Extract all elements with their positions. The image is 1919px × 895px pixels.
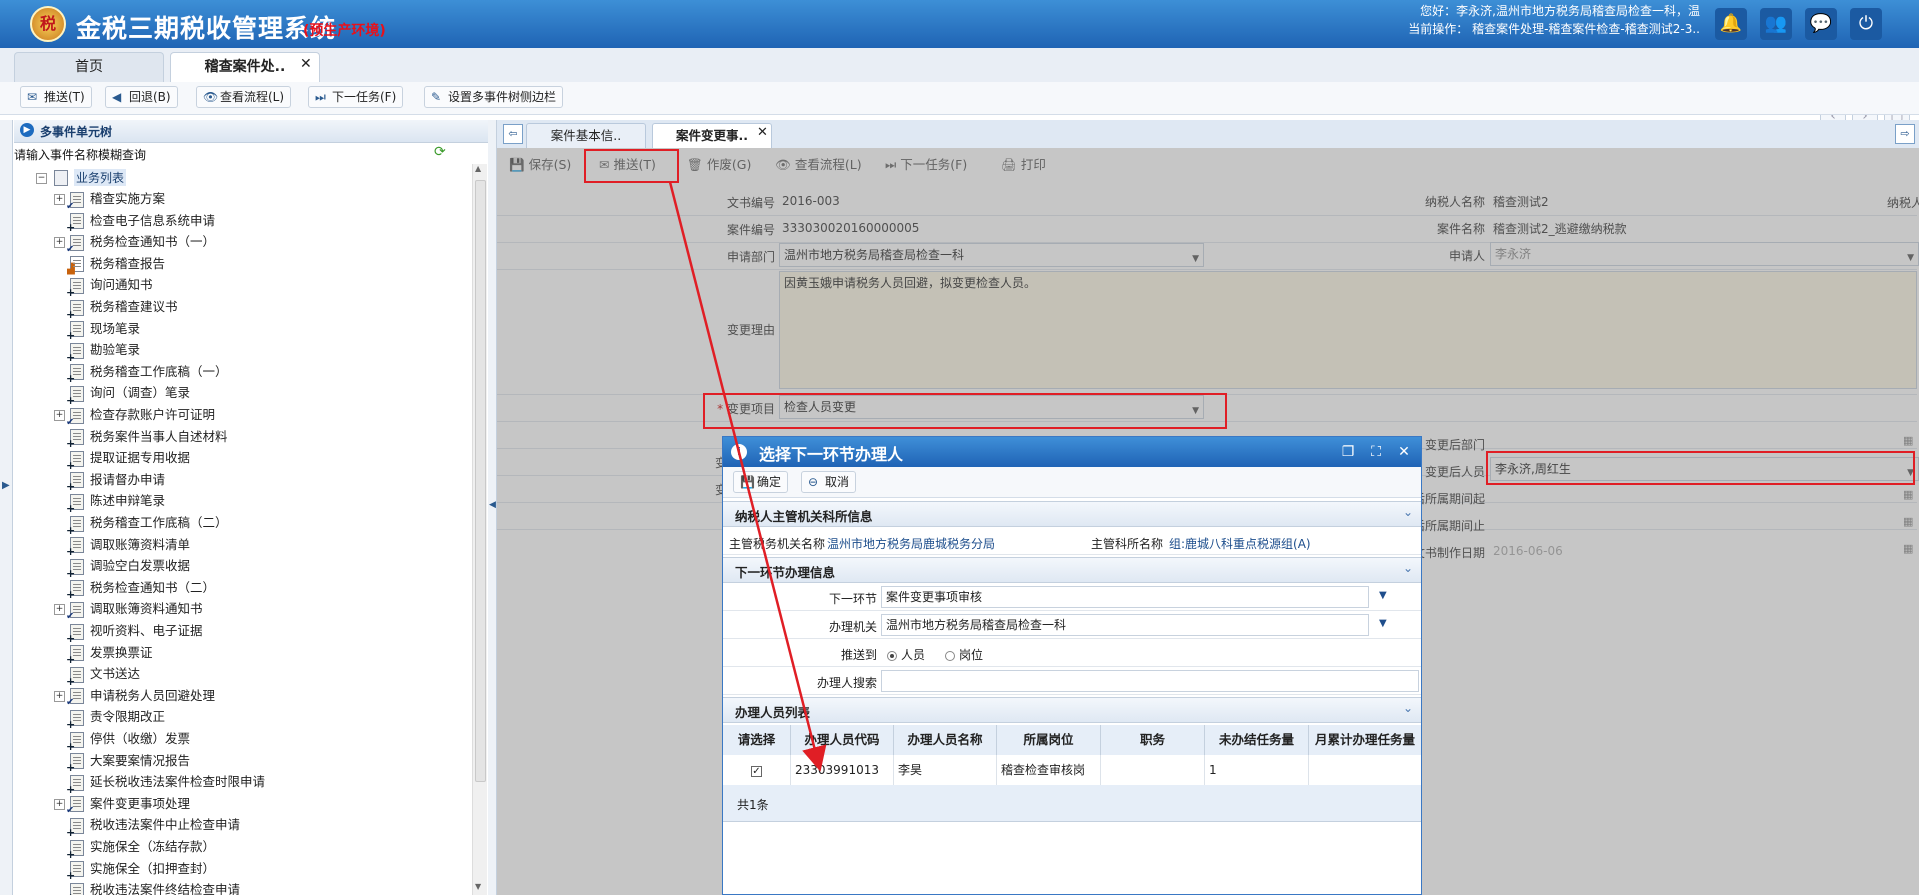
annotation-arrow — [668, 181, 827, 772]
